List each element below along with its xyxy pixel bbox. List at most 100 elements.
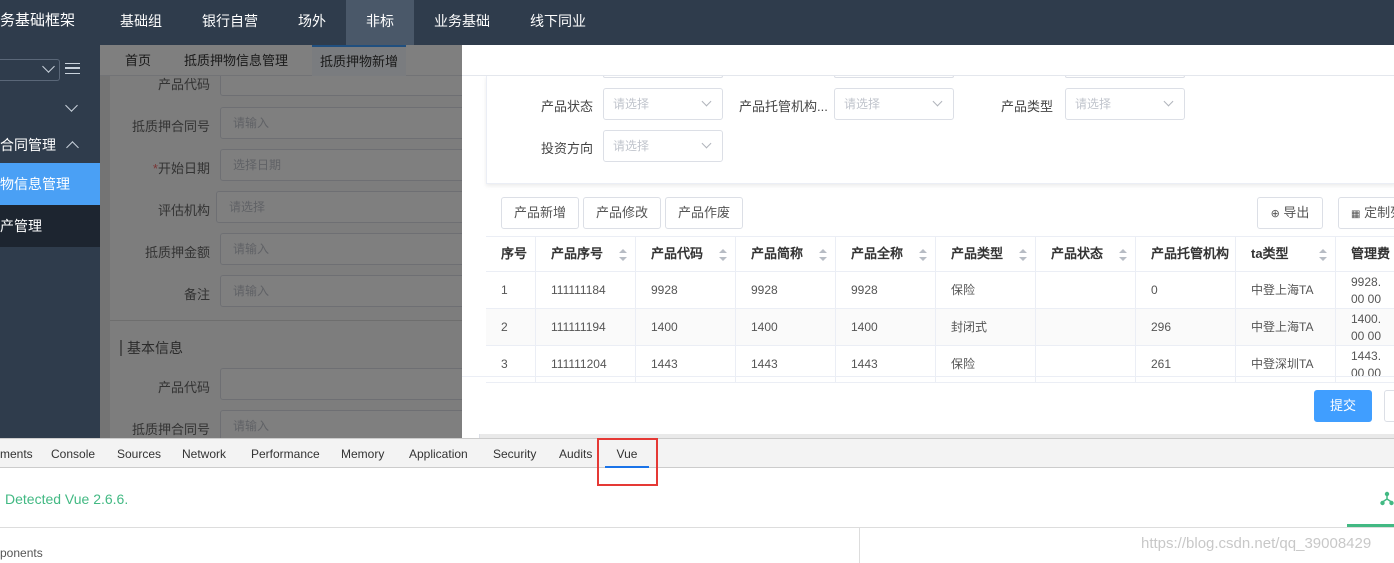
add-product-button[interactable]: 产品新增 [501,197,579,229]
devtools-tab-console[interactable]: Console [51,439,95,468]
void-product-button[interactable]: 产品作废 [665,197,743,229]
sidebar-item-label: 物信息管理 [0,176,70,192]
product-type-select[interactable]: 请选择 [1065,88,1185,120]
col-header-ta-type[interactable]: ta类型 [1236,236,1336,272]
table-cell: 1400 [636,309,736,346]
chevron-up-icon [66,141,79,154]
sidebar-item-collateral-info-management[interactable]: 物信息管理 [0,163,100,205]
filter-label-investment-direction: 投资方向 [540,141,593,156]
devtools-tab-network[interactable]: Network [182,439,226,468]
topnav-item-offline-interbank[interactable]: 线下同业 [516,0,600,45]
sidebar-item-asset-management[interactable]: 产管理 [0,205,100,247]
edit-product-button[interactable]: 产品修改 [583,197,661,229]
table-cell: 1 [486,272,536,309]
sidebar-item-contract-management[interactable]: 合同管理 [0,127,100,163]
sort-icon [819,249,827,261]
table-cell: 3 [486,346,536,383]
table-cell: 中登深圳TA [1236,346,1336,383]
custom-columns-button[interactable]: ▦ 定制列 [1338,197,1394,229]
cancel-button[interactable] [1384,390,1394,422]
divider [0,527,1394,528]
table-cell: 1443 [836,346,936,383]
table-cell: 9928 [636,272,736,309]
sort-icon [719,249,727,261]
vue-detected-message: Detected Vue 2.6.6. [5,491,129,507]
export-icon: ⊕ [1270,208,1280,220]
table-cell: 保险 [936,272,1036,309]
table-cell: 1400.00 000 [1336,309,1394,346]
sidebar-item-label: 合同管理 [0,137,56,153]
sidebar-collapse-row[interactable] [0,53,100,83]
filter-panel: 产品状态 请选择 产品托管机构... 请选择 产品类型 请选择 投资方向 请选择 [486,76,1394,184]
table-cell: 封闭式 [936,309,1036,346]
modal-overlay [100,45,462,438]
table-cell: 111111194 [536,309,636,346]
sidebar-item-group[interactable] [0,89,100,125]
devtools-tab-performance[interactable]: Performance [251,439,320,468]
table-cell: 9928.00 000 [1336,272,1394,309]
vue-tab-highlight-box [597,438,658,486]
col-header-management-fee[interactable]: 管理费 [1336,236,1394,272]
components-label: ponents [0,546,43,560]
table-cell: 中登上海TA [1236,272,1336,309]
devtools-tabs: ments Console Sources Network Performanc… [0,439,1394,468]
devtools-tab-elements[interactable]: ments [0,439,33,468]
select-field-cutoff [834,76,954,78]
table-cell: 1443.00 000 [1336,346,1394,383]
col-header-product-type[interactable]: 产品类型 [936,236,1036,272]
topnav-item-otc[interactable]: 场外 [284,0,340,45]
app-title: 务基础框架 [0,12,76,29]
filter-label-product-type: 产品类型 [1000,99,1053,114]
topnav-item-non-standard[interactable]: 非标 [346,0,414,45]
chevron-down-icon [932,96,943,107]
product-status-select[interactable]: 请选择 [603,88,723,120]
table-cell: 1400 [736,309,836,346]
chevron-down-icon [65,99,78,112]
devtools-tab-sources[interactable]: Sources [117,439,161,468]
table-cell: 2 [486,309,536,346]
dialog-footer-divider [462,376,1394,377]
table-cell: 296 [1136,309,1236,346]
sort-icon [919,249,927,261]
table-cell [1036,272,1136,309]
table-cell: 261 [1136,346,1236,383]
pane-splitter[interactable] [859,528,860,563]
topnav-item-basic-group[interactable]: 基础组 [106,0,176,45]
topnav-item-business-basics[interactable]: 业务基础 [420,0,504,45]
col-header-product-full-name[interactable]: 产品全称 [836,236,936,272]
investment-direction-select[interactable]: 请选择 [603,130,723,162]
sort-icon [1319,249,1327,261]
col-header-product-status[interactable]: 产品状态 [1036,236,1136,272]
table-cell: 保险 [936,346,1036,383]
modal-overlay-top [462,45,1394,76]
col-header-index: 序号 [486,236,536,272]
grid-icon: ▦ [1351,209,1361,220]
top-nav-bar: 务基础框架 基础组 银行自营 场外 非标 业务基础 线下同业 [0,0,1394,45]
devtools-tab-memory[interactable]: Memory [341,439,384,468]
sort-icon [1019,249,1027,261]
topnav-item-bank-proprietary[interactable]: 银行自营 [186,0,274,45]
table-cell: 1443 [736,346,836,383]
custodian-select[interactable]: 请选择 [834,88,954,120]
watermark: https://blog.csdn.net/qq_39008429 [1141,535,1372,552]
sort-icon [1119,249,1127,261]
vue-tree-icon[interactable] [1380,491,1394,506]
devtools-tab-security[interactable]: Security [493,439,536,468]
devtools-tab-audits[interactable]: Audits [559,439,592,468]
col-header-custodian[interactable]: 产品托管机构 [1136,236,1236,272]
devtools-tab-application[interactable]: Application [409,439,468,468]
export-button[interactable]: ⊕ 导出 [1257,197,1323,229]
menu-icon[interactable] [65,63,80,74]
chevron-down-icon [701,96,712,107]
chevron-down-icon [1163,96,1174,107]
col-header-product-serial[interactable]: 产品序号 [536,236,636,272]
select-field-cutoff [603,76,723,78]
col-header-product-short-name[interactable]: 产品简称 [736,236,836,272]
table-cell: 9928 [736,272,836,309]
sort-icon [619,249,627,261]
table-cell: 111111184 [536,272,636,309]
col-header-product-code[interactable]: 产品代码 [636,236,736,272]
table-cell: 0 [1136,272,1236,309]
devtools-panel: ments Console Sources Network Performanc… [0,438,1394,563]
submit-button[interactable]: 提交 [1314,390,1372,422]
